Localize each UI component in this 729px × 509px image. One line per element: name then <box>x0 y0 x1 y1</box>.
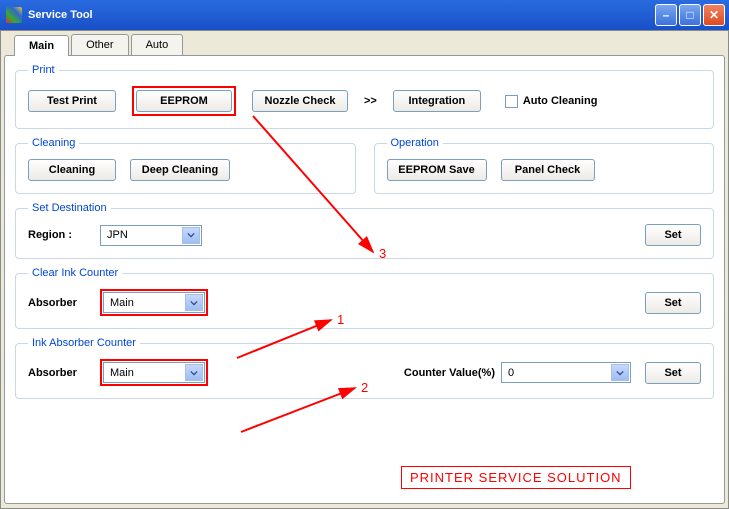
cleaning-group: Cleaning Cleaning Deep Cleaning <box>15 137 356 194</box>
clear-ink-absorber-value: Main <box>110 297 134 309</box>
set-destination-set-button[interactable]: Set <box>645 224 701 246</box>
eeprom-button[interactable]: EEPROM <box>136 90 232 112</box>
chevron-down-icon <box>182 227 200 244</box>
ink-absorber-set-button[interactable]: Set <box>645 362 701 384</box>
chevron-down-icon <box>611 364 629 381</box>
region-select[interactable]: JPN <box>100 225 202 246</box>
chevron-down-icon <box>185 364 203 381</box>
auto-cleaning-checkbox[interactable] <box>505 95 518 108</box>
region-value: JPN <box>107 229 128 241</box>
app-icon <box>6 7 22 23</box>
watermark: PRINTER SERVICE SOLUTION <box>401 466 631 489</box>
ink-absorber-value: Main <box>110 367 134 379</box>
print-group: Print Test Print EEPROM Nozzle Check >> … <box>15 64 714 129</box>
window-title: Service Tool <box>28 9 655 21</box>
close-button[interactable]: ✕ <box>703 4 725 26</box>
eeprom-save-button[interactable]: EEPROM Save <box>387 159 487 181</box>
integration-button[interactable]: Integration <box>393 90 481 112</box>
counter-value-select[interactable]: 0 <box>501 362 631 383</box>
counter-value-label: Counter Value(%) <box>404 367 495 379</box>
ink-absorber-label: Absorber <box>28 367 100 379</box>
ink-absorber-select[interactable]: Main <box>103 362 205 383</box>
nozzle-check-button[interactable]: Nozzle Check <box>252 90 348 112</box>
clear-ink-absorber-label: Absorber <box>28 297 100 309</box>
more-indicator: >> <box>364 95 377 107</box>
auto-cleaning-label: Auto Cleaning <box>523 95 598 107</box>
window-body: Main Other Auto Print Test Print EEPROM … <box>0 30 729 509</box>
clear-ink-legend: Clear Ink Counter <box>28 267 122 279</box>
tab-auto[interactable]: Auto <box>131 34 184 55</box>
minimize-button[interactable]: – <box>655 4 677 26</box>
clear-ink-counter-group: Clear Ink Counter Absorber Main Set <box>15 267 714 329</box>
chevron-down-icon <box>185 294 203 311</box>
set-destination-group: Set Destination Region : JPN Set <box>15 202 714 259</box>
print-legend: Print <box>28 64 59 76</box>
cleaning-legend: Cleaning <box>28 137 79 149</box>
tab-bar: Main Other Auto <box>14 34 725 55</box>
counter-value: 0 <box>508 367 514 379</box>
operation-group: Operation EEPROM Save Panel Check <box>374 137 715 194</box>
tab-main[interactable]: Main <box>14 35 69 56</box>
deep-cleaning-button[interactable]: Deep Cleaning <box>130 159 230 181</box>
operation-legend: Operation <box>387 137 443 149</box>
panel-check-button[interactable]: Panel Check <box>501 159 595 181</box>
region-label: Region : <box>28 229 100 241</box>
clear-ink-set-button[interactable]: Set <box>645 292 701 314</box>
test-print-button[interactable]: Test Print <box>28 90 116 112</box>
cleaning-button[interactable]: Cleaning <box>28 159 116 181</box>
maximize-button[interactable]: □ <box>679 4 701 26</box>
tab-page-main: Print Test Print EEPROM Nozzle Check >> … <box>4 55 725 504</box>
ink-absorber-counter-group: Ink Absorber Counter Absorber Main Count… <box>15 337 714 399</box>
ink-absorber-legend: Ink Absorber Counter <box>28 337 140 349</box>
clear-ink-absorber-select[interactable]: Main <box>103 292 205 313</box>
titlebar: Service Tool – □ ✕ <box>0 0 729 30</box>
set-destination-legend: Set Destination <box>28 202 111 214</box>
tab-other[interactable]: Other <box>71 34 129 55</box>
